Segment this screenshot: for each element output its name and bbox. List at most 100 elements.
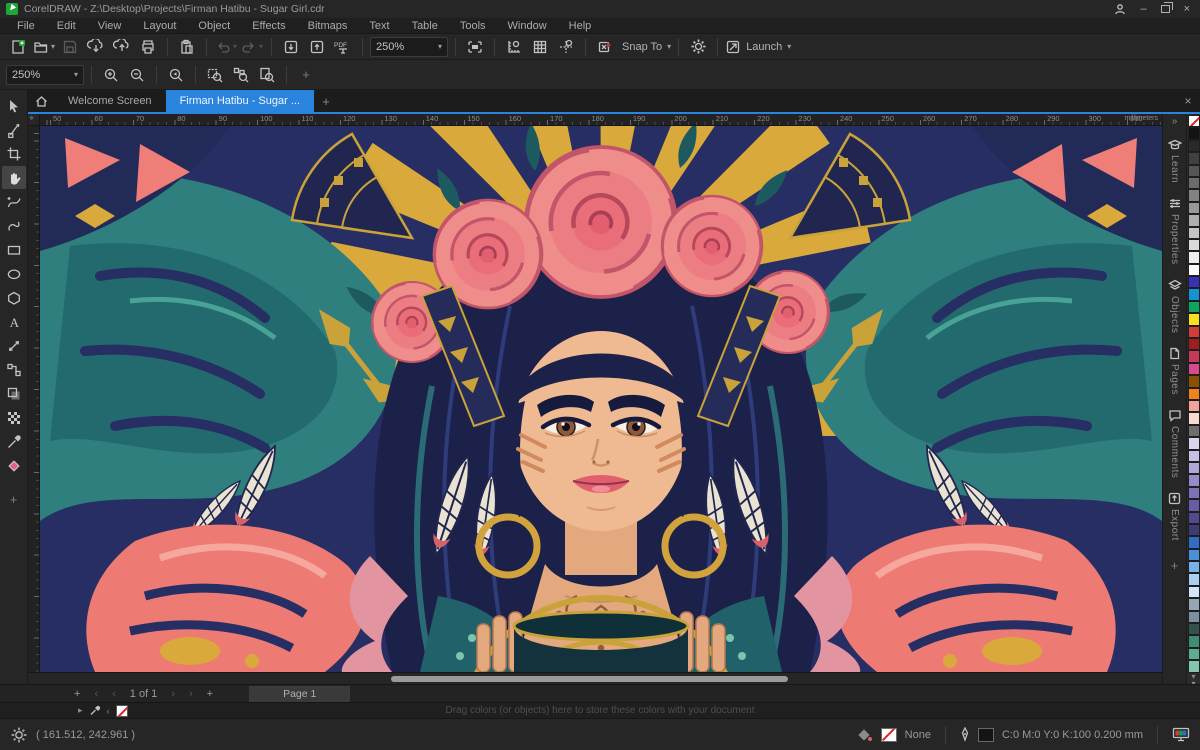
color-swatch[interactable]	[1187, 412, 1200, 425]
color-swatch[interactable]	[1187, 536, 1200, 549]
color-swatch[interactable]	[1187, 486, 1200, 500]
color-swatch[interactable]	[1187, 461, 1200, 475]
snap-to-dropdown[interactable]: Snap To ▾	[619, 36, 671, 58]
color-swatch[interactable]	[1187, 350, 1200, 363]
page-1-tab[interactable]: Page 1	[249, 685, 351, 702]
crop-tool[interactable]	[2, 142, 26, 165]
dimension-tool[interactable]	[2, 334, 26, 357]
color-swatch[interactable]	[1187, 127, 1200, 140]
color-swatch[interactable]	[1187, 238, 1200, 252]
color-swatch[interactable]	[1187, 338, 1200, 351]
drop-shadow-tool[interactable]	[2, 382, 26, 405]
paste-button[interactable]	[175, 36, 199, 58]
docker-add-button[interactable]: +	[1171, 558, 1179, 573]
menu-bitmaps[interactable]: Bitmaps	[297, 20, 359, 32]
docker-tab-export[interactable]: Export	[1168, 485, 1181, 548]
menu-tools[interactable]: Tools	[449, 20, 497, 32]
zoom-to-all-objects-button[interactable]	[229, 64, 253, 86]
color-swatch[interactable]	[1187, 362, 1200, 376]
zoom-in-button[interactable]	[99, 64, 123, 86]
show-rulers-button[interactable]	[502, 36, 526, 58]
open-dropdown-arrow[interactable]: ▾	[51, 42, 55, 51]
color-swatch[interactable]	[1187, 660, 1200, 673]
color-swatch[interactable]	[1187, 511, 1200, 524]
tab-active-document[interactable]: Firman Hatibu - Sugar ...	[165, 90, 314, 112]
color-swatch[interactable]	[1187, 313, 1200, 326]
color-swatch[interactable]	[1187, 523, 1200, 537]
vertical-ruler[interactable]	[28, 126, 40, 672]
menu-text[interactable]: Text	[358, 20, 400, 32]
docker-expand-icon[interactable]: »	[1172, 116, 1178, 132]
color-swatch[interactable]	[1187, 610, 1200, 624]
show-grid-button[interactable]	[528, 36, 552, 58]
menu-file[interactable]: File	[6, 20, 46, 32]
color-swatch[interactable]	[1187, 263, 1200, 277]
color-swatch[interactable]	[1187, 226, 1200, 239]
previous-page-button[interactable]: ‹	[108, 688, 120, 700]
color-swatch[interactable]	[1187, 152, 1200, 165]
status-gear-icon[interactable]	[10, 726, 28, 744]
fill-color-swatch[interactable]	[880, 727, 897, 742]
menu-edit[interactable]: Edit	[46, 20, 87, 32]
rectangle-tool[interactable]	[2, 238, 26, 261]
color-swatch[interactable]	[1187, 561, 1200, 574]
snap-off-button[interactable]	[593, 36, 617, 58]
zoom-levels-combo[interactable]: 250% ▾	[6, 64, 84, 85]
fullscreen-preview-button[interactable]	[463, 36, 487, 58]
docker-tab-objects[interactable]: Objects	[1167, 272, 1182, 340]
add-page-button-left[interactable]: +	[70, 688, 84, 700]
color-swatch[interactable]	[1187, 623, 1200, 636]
redo-button[interactable]: ▾	[240, 36, 264, 58]
cloud-download-button[interactable]	[84, 36, 108, 58]
print-button[interactable]	[136, 36, 160, 58]
propbar-customize-button[interactable]: +	[294, 64, 318, 86]
docker-tab-pages[interactable]: Pages	[1168, 340, 1181, 402]
horizontal-scrollbar[interactable]	[28, 672, 1162, 684]
menu-table[interactable]: Table	[401, 20, 449, 32]
color-swatch[interactable]	[1187, 573, 1200, 586]
options-gear-button[interactable]	[686, 36, 710, 58]
close-button[interactable]: ×	[1184, 3, 1190, 15]
add-page-button-right[interactable]: +	[203, 688, 217, 700]
interactive-fill-tool[interactable]	[2, 454, 26, 477]
menu-effects[interactable]: Effects	[241, 20, 296, 32]
curve-tool[interactable]	[2, 190, 26, 213]
color-swatch[interactable]	[1187, 325, 1200, 339]
artistic-media-tool[interactable]	[2, 214, 26, 237]
tab-welcome-screen[interactable]: Welcome Screen	[54, 90, 166, 112]
color-swatch[interactable]	[1187, 647, 1200, 661]
sign-in-account-icon[interactable]	[1114, 3, 1126, 15]
color-swatch[interactable]	[1187, 548, 1200, 562]
outline-color-swatch[interactable]	[977, 727, 994, 742]
color-swatch-none[interactable]	[1187, 115, 1200, 128]
new-tab-button[interactable]: +	[314, 90, 338, 112]
docker-tab-properties[interactable]: Properties	[1168, 190, 1182, 272]
connector-tool[interactable]	[2, 358, 26, 381]
color-swatch[interactable]	[1187, 375, 1200, 388]
zoom-to-page-button[interactable]	[255, 64, 279, 86]
pan-tool[interactable]	[1, 166, 26, 189]
mesh-fill-tool[interactable]	[2, 406, 26, 429]
docker-tab-learn[interactable]: Learn	[1167, 132, 1182, 190]
color-swatch[interactable]	[1187, 189, 1200, 202]
toolbox-customize-button[interactable]: +	[10, 492, 18, 507]
color-swatch[interactable]	[1187, 585, 1200, 599]
shape-tool[interactable]	[2, 118, 26, 141]
open-button[interactable]: ▾	[32, 36, 56, 58]
color-swatch[interactable]	[1187, 499, 1200, 512]
color-swatch[interactable]	[1187, 276, 1200, 289]
menu-view[interactable]: View	[87, 20, 133, 32]
menu-object[interactable]: Object	[187, 20, 241, 32]
horizontal-scrollbar-thumb[interactable]	[390, 676, 788, 682]
zoom-to-selection-button[interactable]	[203, 64, 227, 86]
document-close-icon[interactable]: ×	[1176, 90, 1200, 112]
color-proof-display-icon[interactable]	[1172, 727, 1190, 742]
cloud-upload-button[interactable]	[110, 36, 134, 58]
menu-layout[interactable]: Layout	[132, 20, 187, 32]
home-welcome-icon[interactable]	[28, 90, 54, 112]
restore-button[interactable]	[1160, 2, 1173, 13]
color-swatch[interactable]	[1187, 201, 1200, 215]
color-swatch[interactable]	[1187, 288, 1200, 301]
menu-help[interactable]: Help	[558, 20, 603, 32]
docker-tab-comments[interactable]: Comments	[1168, 402, 1182, 485]
